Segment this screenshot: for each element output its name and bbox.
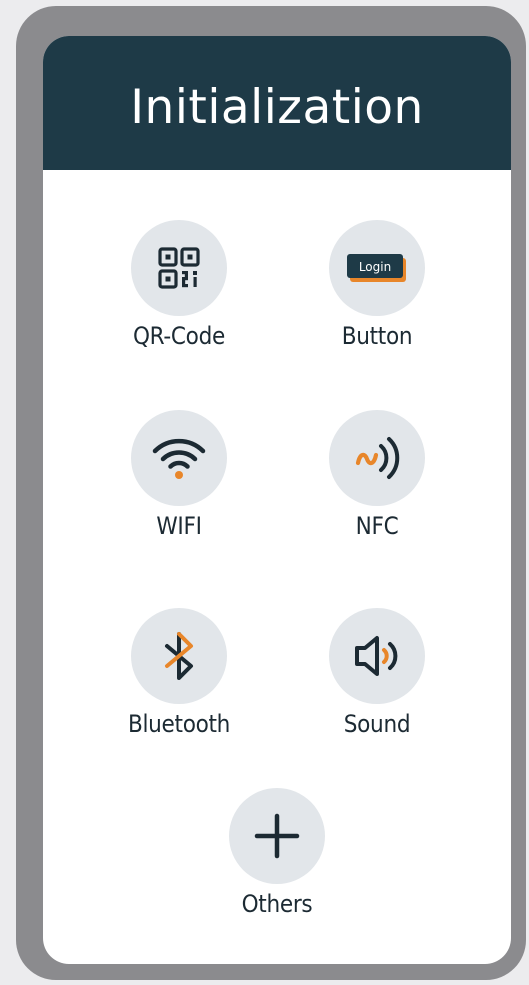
option-others[interactable]: Others	[187, 788, 367, 938]
option-label-bluetooth: Bluetooth	[127, 710, 231, 738]
sound-icon	[355, 636, 398, 676]
option-label-button: Button	[341, 322, 413, 350]
login-button-icon: Login	[347, 254, 406, 282]
sound-icon-circle	[329, 608, 425, 704]
option-button[interactable]: Login Button	[287, 220, 467, 370]
bluetooth-icon-circle	[131, 608, 227, 704]
wifi-icon-circle	[131, 410, 227, 506]
phone-screen: Initialization QR-Code Login Button WIFI…	[43, 36, 511, 964]
option-label-wifi: WIFI	[156, 512, 202, 540]
bluetooth-icon	[165, 632, 193, 680]
header-bar: Initialization	[43, 36, 511, 170]
qr-code-icon	[158, 247, 200, 289]
option-bluetooth[interactable]: Bluetooth	[89, 608, 269, 758]
option-label-others: Others	[241, 890, 313, 918]
option-wifi[interactable]: WIFI	[89, 410, 269, 560]
option-nfc[interactable]: NFC	[287, 410, 467, 560]
option-label-nfc: NFC	[355, 512, 399, 540]
option-label-qr-code: QR-Code	[132, 322, 225, 350]
qr-code-icon-circle	[131, 220, 227, 316]
option-sound[interactable]: Sound	[287, 608, 467, 758]
option-label-sound: Sound	[343, 710, 411, 738]
button-icon-circle: Login	[329, 220, 425, 316]
option-qr-code[interactable]: QR-Code	[89, 220, 269, 370]
login-icon-text: Login	[359, 260, 391, 274]
page-title: Initialization	[130, 79, 424, 135]
plus-icon	[254, 813, 300, 859]
wifi-icon	[152, 438, 206, 479]
nfc-icon-circle	[329, 410, 425, 506]
nfc-icon	[355, 437, 400, 479]
stage: Initialization QR-Code Login Button WIFI…	[0, 0, 529, 985]
others-icon-circle	[229, 788, 325, 884]
